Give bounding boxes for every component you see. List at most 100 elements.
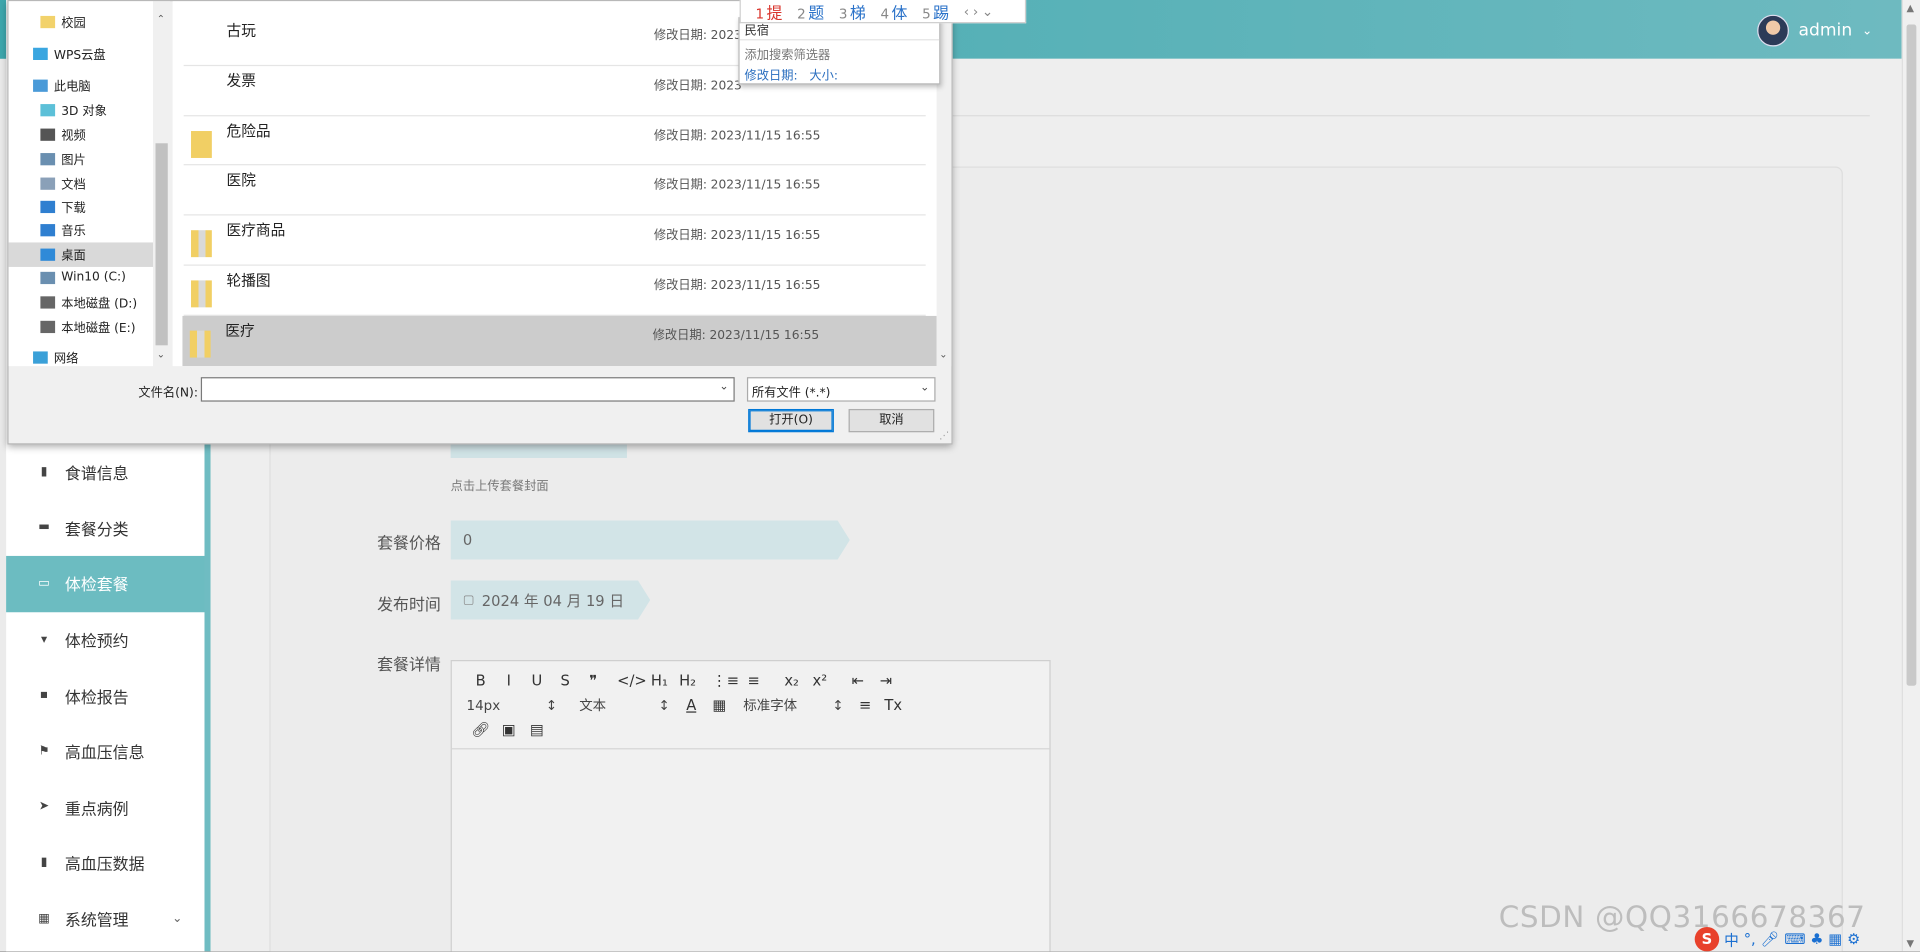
price-input[interactable]: 0 (451, 520, 850, 559)
cancel-button[interactable]: 取消 (848, 408, 935, 433)
nav-item[interactable]: 本地磁盘 (E:) (9, 315, 153, 339)
strike-button[interactable]: S (551, 672, 579, 689)
page-scroll-thumb[interactable] (1906, 24, 1917, 686)
nav-item[interactable]: 文档 (9, 171, 153, 195)
file-row[interactable]: 医疗商品 修改日期: 2023/11/15 16:55 (183, 216, 926, 266)
nav-item[interactable]: 本地磁盘 (D:) (9, 290, 153, 314)
video-icon[interactable]: ▤ (523, 721, 551, 738)
nav-item[interactable]: 校园 (9, 10, 153, 34)
clear-format-button[interactable]: Tx (879, 697, 907, 714)
ime-candidate[interactable]: 2题 (797, 0, 824, 22)
page-scrollbar[interactable]: ▲ ▼ (1901, 0, 1920, 952)
nav-item[interactable]: Win10 (C:) (9, 266, 153, 290)
underline-button[interactable]: U (523, 672, 551, 689)
ime-mode-label[interactable]: 中 (1724, 929, 1739, 950)
file-row[interactable]: 危险品 修改日期: 2023/11/15 16:55 (183, 116, 926, 166)
quote-button[interactable]: ❞ (579, 672, 607, 689)
sidebar-item-0[interactable]: ▮ 食谱信息 (6, 444, 204, 500)
nav-item[interactable]: 桌面 (8, 242, 154, 267)
filename-input[interactable]: ⌄ (200, 377, 735, 402)
sidebar-item-8[interactable]: ▦ 系统管理 ⌄ (6, 891, 204, 947)
cloud-icon (33, 47, 48, 60)
image-icon[interactable]: ▣ (495, 721, 523, 738)
cover-upload-area[interactable] (450, 443, 627, 458)
subscript-button[interactable]: x₂ (778, 672, 806, 689)
code-button[interactable]: </> (617, 672, 647, 689)
ime-candidate[interactable]: 4体 (880, 0, 907, 22)
sogou-icon[interactable]: S (1694, 926, 1720, 952)
nav-item[interactable]: 3D 对象 (9, 98, 153, 122)
nav-item[interactable]: 图片 (9, 147, 153, 171)
sidebar-item-7[interactable]: ▮ 高血压数据 (6, 835, 204, 891)
sidebar-item-1[interactable]: ▬ 套餐分类 (6, 500, 204, 556)
italic-button[interactable]: I (495, 672, 523, 689)
nav-item[interactable]: 网络 (9, 345, 153, 366)
resize-grip-icon[interactable]: ⋰ (939, 430, 949, 441)
chevron-down-icon[interactable]: ⌄ (1862, 24, 1872, 37)
nav-item[interactable]: 此电脑 (9, 73, 153, 97)
user-menu[interactable]: admin ⌄ (1756, 14, 1872, 47)
block-type-select[interactable]: 文本 ↕ (579, 696, 677, 716)
navigation-scroll-thumb[interactable] (155, 143, 168, 346)
expand-icon[interactable]: ⌄ (982, 3, 993, 19)
modified-value: 2023/11/15 16:55 (710, 129, 821, 143)
chevron-up-icon[interactable]: ⌃ (157, 13, 165, 24)
microphone-icon[interactable]: 🎤︎ (1761, 931, 1780, 948)
punctuation-icon[interactable]: °, (1744, 931, 1756, 948)
username[interactable]: admin (1798, 21, 1852, 41)
navigation-pane: 校园 WPS云盘 此电脑 3D 对象 视频 图片 文档 下载 音乐 桌面 Win10 (C:) 本地磁… (8, 1, 154, 367)
sidebar-item-5[interactable]: ⚑ 高血压信息 (6, 724, 204, 780)
font-size-select[interactable]: 14px ↕ (467, 697, 565, 713)
ime-candidate[interactable]: 5踢 (922, 0, 949, 22)
toolbox-icon[interactable]: ▦ (1828, 931, 1842, 948)
outdent-button[interactable]: ⇤ (844, 672, 872, 689)
file-row[interactable]: 轮播图 修改日期: 2023/11/15 16:55 (183, 266, 926, 316)
scroll-down-icon[interactable]: ▼ (1907, 938, 1915, 949)
navigation-scrollbar[interactable]: ⌃ ⌄ (153, 1, 171, 367)
scroll-up-icon[interactable]: ▲ (1907, 2, 1915, 13)
folder-icon (191, 130, 212, 158)
publish-date-picker[interactable]: ▢ 2024 年 04 月 19 日 (451, 580, 651, 619)
font-color-button[interactable]: A (677, 697, 705, 714)
keyboard-icon[interactable]: ⌨ (1784, 931, 1805, 948)
file-row[interactable]: 医院 修改日期: 2023/11/15 16:55 (183, 166, 926, 216)
nav-item[interactable]: 视频 (9, 122, 153, 146)
chevron-down-icon[interactable]: ⌄ (172, 912, 182, 925)
settings-icon[interactable]: ⚙ (1847, 931, 1860, 948)
font-family-select[interactable]: 标准字体 ↕ (743, 696, 851, 716)
h1-button[interactable]: H₁ (645, 672, 673, 689)
bullet-list-button[interactable]: ≡ (740, 672, 768, 689)
sidebar-item-6[interactable]: ➤ 重点病例 (6, 779, 204, 835)
chevron-down-icon[interactable]: ⌄ (719, 381, 728, 393)
filter-modified-date[interactable]: 修改日期: (744, 65, 797, 83)
nav-item[interactable]: 下载 (9, 195, 153, 219)
sidebar-item-4[interactable]: ▪ 体检报告 (6, 668, 204, 724)
sidebar-item-2[interactable]: ▭ 体检套餐 (6, 556, 205, 612)
file-row[interactable]: 医疗 修改日期: 2023/11/15 16:55 (182, 315, 937, 366)
next-page-icon[interactable]: › (973, 3, 978, 19)
nav-item[interactable]: 音乐 (9, 218, 153, 242)
bold-button[interactable]: B (467, 672, 495, 689)
prev-page-icon[interactable]: ‹ (964, 3, 969, 19)
ime-candidate[interactable]: 3梯 (839, 0, 866, 22)
ordered-list-button[interactable]: ⋮≡ (711, 672, 739, 689)
link-icon[interactable]: 🔗︎ (467, 721, 495, 738)
superscript-button[interactable]: x² (806, 672, 834, 689)
filter-size[interactable]: 大小: (809, 65, 838, 83)
open-button[interactable]: 打开(O) (748, 408, 834, 433)
grid-icon: ▦ (38, 911, 50, 926)
sidebar-item-3[interactable]: ▾ 体检预约 (6, 612, 204, 668)
align-button[interactable]: ≡ (851, 697, 879, 714)
chevron-down-icon[interactable]: ⌄ (939, 349, 947, 360)
filetype-select[interactable]: 所有文件 (*.*) ⌄ (746, 377, 936, 402)
background-color-button[interactable]: ▦ (705, 697, 733, 714)
ime-candidate[interactable]: 1提 (756, 0, 783, 22)
avatar[interactable] (1756, 14, 1789, 47)
nav-item[interactable]: WPS云盘 (9, 42, 153, 66)
file-modified: 修改日期: 2023/11/15 16:55 (654, 274, 821, 292)
skin-icon[interactable]: ♣ (1810, 931, 1823, 948)
editor-body[interactable] (452, 751, 1050, 952)
indent-button[interactable]: ⇥ (872, 672, 900, 689)
h2-button[interactable]: H₂ (673, 672, 701, 689)
chevron-down-icon[interactable]: ⌄ (157, 349, 165, 360)
